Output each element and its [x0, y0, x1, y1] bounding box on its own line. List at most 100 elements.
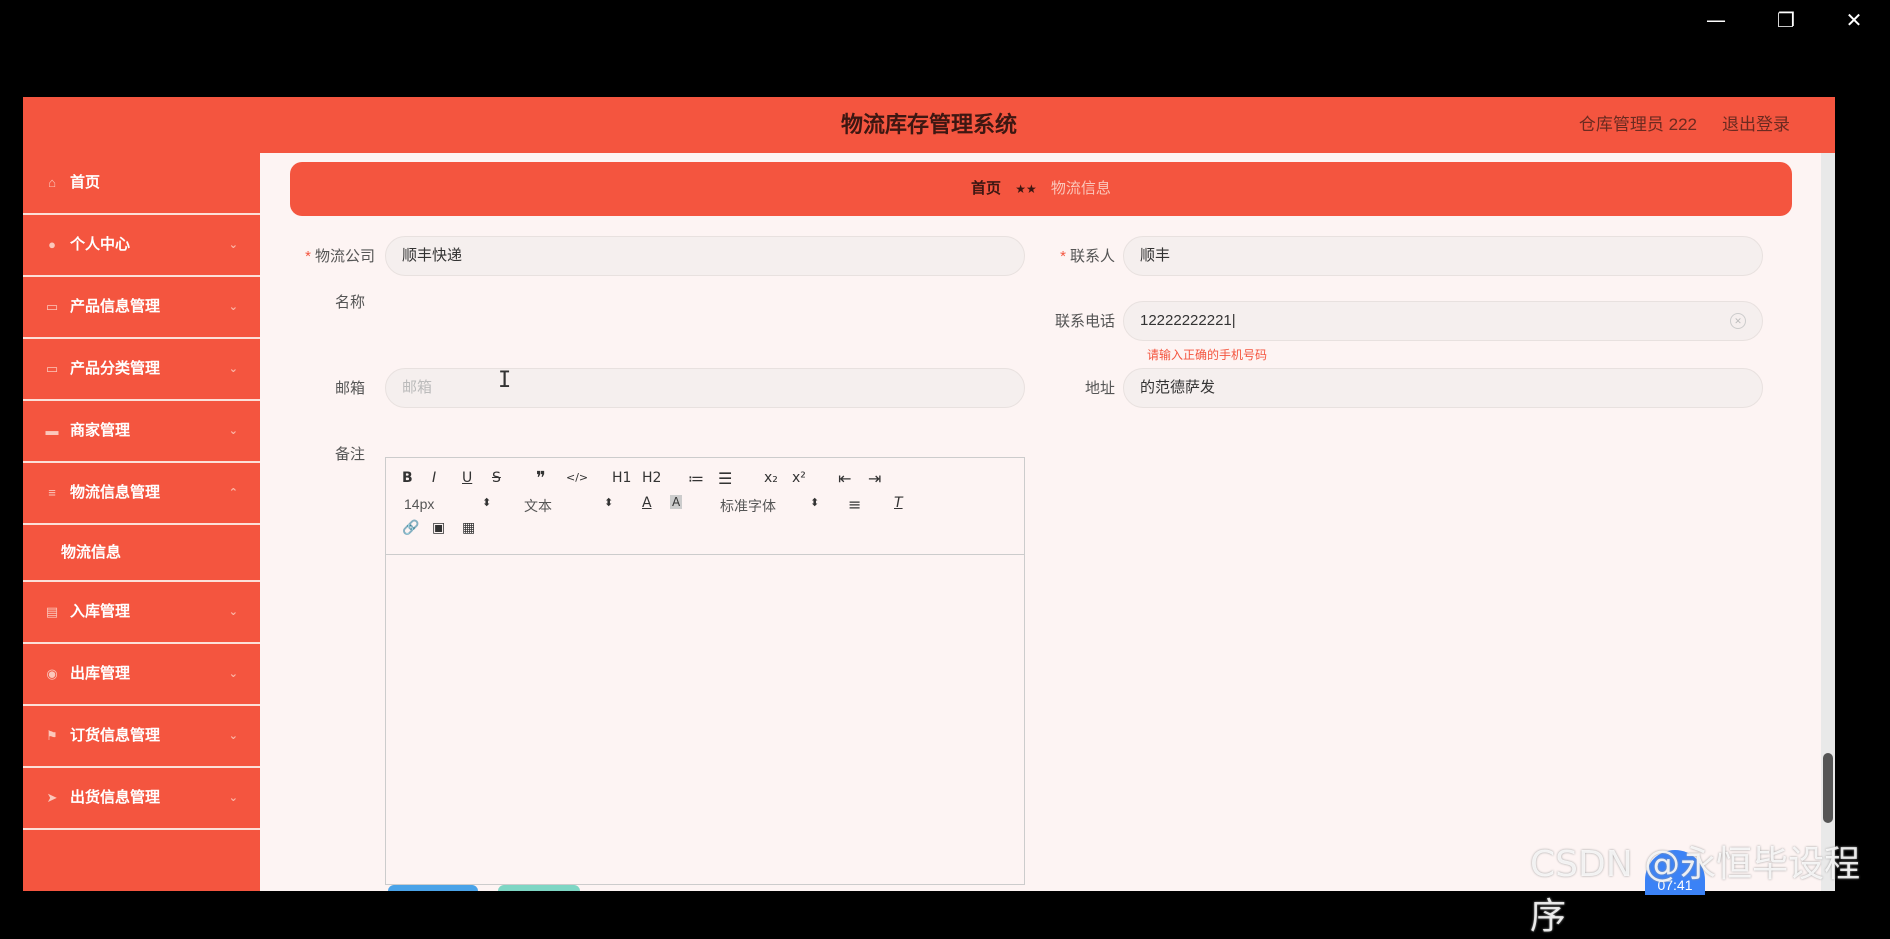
- font-color-icon[interactable]: A: [642, 495, 652, 511]
- sidebar-item-merchants[interactable]: ▬ 商家管理 ⌄: [23, 401, 260, 463]
- image-icon[interactable]: ▣: [432, 520, 445, 536]
- chevron-down-icon: ⌄: [228, 730, 238, 742]
- sidebar-item-label: 出货信息管理: [70, 789, 161, 806]
- sidebar-item-logistics[interactable]: ≡ 物流信息管理 ⌃: [23, 463, 260, 525]
- sidebar-item-label: 产品分类管理: [70, 360, 161, 377]
- sidebar-item-label: 入库管理: [70, 603, 131, 620]
- sidebar-item-categories[interactable]: ▭ 产品分类管理 ⌄: [23, 339, 260, 401]
- breadcrumb: 首页 ★★ 物流信息: [290, 162, 1792, 216]
- cancel-button[interactable]: [498, 885, 580, 891]
- ordered-list-icon[interactable]: ≔: [688, 469, 704, 488]
- clear-icon[interactable]: ✕: [1730, 313, 1746, 329]
- breadcrumb-home[interactable]: 首页: [971, 180, 1001, 197]
- code-icon[interactable]: </>: [566, 471, 588, 484]
- indent-icon[interactable]: ⇥: [868, 469, 881, 488]
- link-icon[interactable]: 🔗: [402, 520, 419, 536]
- email-input[interactable]: 邮箱: [385, 368, 1025, 408]
- company-label-text: 物流公司: [314, 248, 375, 265]
- h1-icon[interactable]: H1: [612, 470, 631, 486]
- underline-icon[interactable]: U: [462, 470, 472, 486]
- sidebar-item-home[interactable]: ⌂ 首页: [23, 153, 260, 215]
- chevron-down-icon: ⌄: [228, 239, 238, 251]
- required-mark: *: [1060, 248, 1066, 265]
- select-arrow-icon: ⬍: [810, 496, 820, 509]
- monitor-icon: ▭: [45, 361, 59, 376]
- italic-icon[interactable]: I: [432, 470, 436, 486]
- editor-toolbar: B I U S ❞ </> H1 H2 ≔ ☰ x₂ x² ⇤ ⇥ 14px ⬍…: [386, 458, 1024, 555]
- address-input[interactable]: 的范德萨发: [1123, 368, 1763, 408]
- flag-icon: ⚑: [46, 728, 58, 743]
- scrollbar-thumb[interactable]: [1823, 753, 1833, 823]
- contact-label: * 联系人: [1020, 245, 1115, 266]
- align-icon[interactable]: ≡: [848, 495, 861, 514]
- strikethrough-icon[interactable]: S: [492, 470, 501, 486]
- rich-text-editor: B I U S ❞ </> H1 H2 ≔ ☰ x₂ x² ⇤ ⇥ 14px ⬍…: [385, 457, 1025, 885]
- phone-label: 联系电话: [1054, 313, 1115, 330]
- breadcrumb-current: 物流信息: [1050, 180, 1111, 197]
- background-color-icon[interactable]: A: [670, 495, 683, 509]
- chevron-down-icon: ⌄: [228, 606, 238, 618]
- address-value: 的范德萨发: [1140, 379, 1216, 396]
- sidebar-item-outbound[interactable]: ◉ 出库管理 ⌄: [23, 644, 260, 706]
- home-icon: ⌂: [48, 175, 56, 190]
- app-title: 物流库存管理系统: [840, 112, 1017, 137]
- sidebar-subitem-logistics-info[interactable]: 物流信息: [23, 525, 260, 582]
- editor-body[interactable]: [386, 555, 1024, 885]
- text-type-select[interactable]: 文本: [524, 496, 552, 516]
- window-titlebar: — ❐ ✕: [0, 0, 1890, 97]
- select-arrow-icon: ⬍: [482, 496, 492, 509]
- watermark: CSDN @永恒毕设程序: [1530, 844, 1861, 937]
- submit-button[interactable]: [388, 885, 478, 891]
- company-value: 顺丰快递: [402, 247, 463, 264]
- required-mark: *: [305, 248, 311, 265]
- chevron-down-icon: ⌄: [228, 668, 238, 680]
- outdent-icon[interactable]: ⇤: [838, 469, 851, 488]
- h2-icon[interactable]: H2: [642, 470, 661, 486]
- sidebar-item-label: 物流信息管理: [70, 484, 161, 501]
- restore-icon[interactable]: ❐: [1766, 6, 1806, 34]
- phone-input[interactable]: 12222222221| ✕: [1123, 301, 1763, 341]
- sidebar-subitem-label: 物流信息: [61, 544, 122, 561]
- sidebar-item-orders[interactable]: ⚑ 订货信息管理 ⌄: [23, 706, 260, 768]
- chevron-down-icon: ⌄: [228, 363, 238, 375]
- company-label-suffix: 名称: [334, 294, 365, 311]
- company-input[interactable]: 顺丰快递: [385, 236, 1025, 276]
- contact-input[interactable]: 顺丰: [1123, 236, 1763, 276]
- current-user: 仓库管理员 222: [1578, 115, 1697, 134]
- sidebar-item-shipments[interactable]: ➤ 出货信息管理 ⌄: [23, 768, 260, 830]
- clear-format-icon[interactable]: T: [894, 495, 903, 511]
- list-icon: ≡: [48, 485, 56, 500]
- address-label: 地址: [1084, 380, 1115, 397]
- product-icon: ▭: [45, 299, 59, 314]
- phone-value: 12222222221: [1140, 312, 1232, 329]
- close-icon[interactable]: ✕: [1834, 6, 1874, 34]
- font-size-select[interactable]: 14px: [404, 496, 434, 512]
- sidebar-item-label: 产品信息管理: [70, 298, 161, 315]
- sidebar-item-inbound[interactable]: ▤ 入库管理 ⌄: [23, 582, 260, 644]
- top-header: 物流库存管理系统 仓库管理员 222 退出登录: [23, 97, 1835, 153]
- sidebar-item-profile[interactable]: ● 个人中心 ⌄: [23, 215, 260, 277]
- phone-error: 请输入正确的手机号码: [1147, 348, 1268, 362]
- sidebar-item-label: 商家管理: [70, 422, 131, 439]
- font-family-select[interactable]: 标准字体: [720, 496, 776, 516]
- minimize-icon[interactable]: —: [1696, 6, 1736, 34]
- bullet-list-icon[interactable]: ☰: [718, 469, 732, 488]
- select-arrow-icon: ⬍: [604, 496, 614, 509]
- company-label: * 物流公司: [270, 245, 375, 266]
- logout-button[interactable]: 退出登录: [1722, 97, 1790, 153]
- quote-icon[interactable]: ❞: [536, 468, 546, 489]
- sidebar-item-label: 订货信息管理: [70, 727, 161, 744]
- scrollbar[interactable]: [1821, 153, 1835, 891]
- sidebar-item-label: 出库管理: [70, 665, 131, 682]
- sidebar: ⌂ 首页 ● 个人中心 ⌄ ▭ 产品信息管理 ⌄ ▭ 产品分类管理 ⌄ ▬ 商家…: [23, 153, 260, 891]
- location-icon: ◉: [46, 666, 58, 681]
- sidebar-item-products[interactable]: ▭ 产品信息管理 ⌄: [23, 277, 260, 339]
- app-window: 物流库存管理系统 仓库管理员 222 退出登录 ⌂ 首页 ● 个人中心 ⌄ ▭ …: [23, 97, 1835, 891]
- subscript-icon[interactable]: x₂: [764, 470, 778, 486]
- inbound-icon: ▤: [45, 604, 59, 619]
- bold-icon[interactable]: B: [402, 470, 413, 486]
- sidebar-item-label: 个人中心: [70, 236, 131, 253]
- contact-value: 顺丰: [1140, 247, 1171, 264]
- superscript-icon[interactable]: x²: [792, 470, 806, 486]
- video-icon[interactable]: ▦: [462, 520, 475, 536]
